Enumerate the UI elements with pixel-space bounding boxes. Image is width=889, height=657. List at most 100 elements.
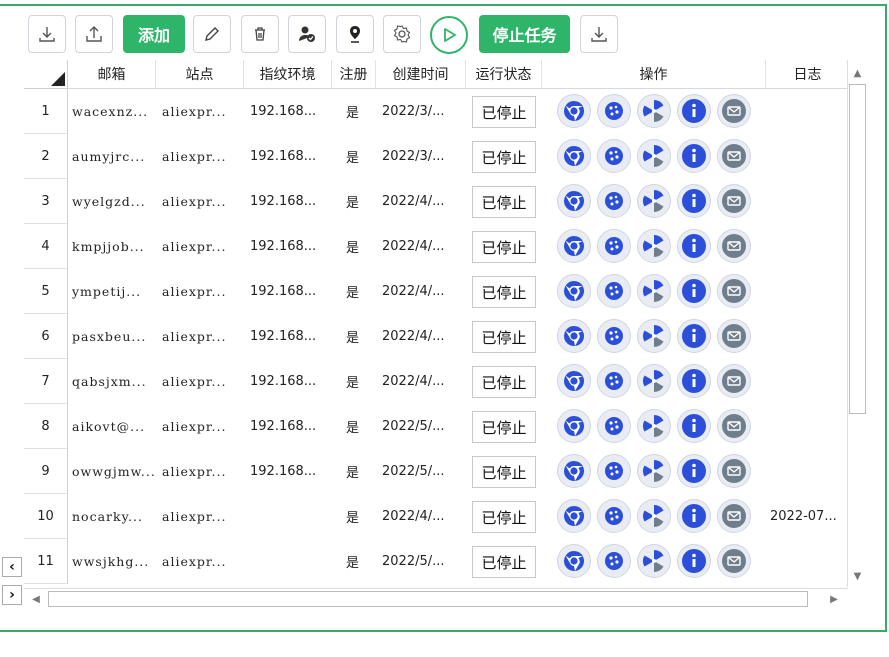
header-registered[interactable]: 注册 xyxy=(332,60,376,89)
fan-action-button[interactable] xyxy=(637,94,671,128)
info-action-button[interactable] xyxy=(677,409,711,443)
chrome-action-button[interactable] xyxy=(557,94,591,128)
fan-action-button[interactable] xyxy=(637,319,671,353)
header-run-status[interactable]: 运行状态 xyxy=(466,60,542,89)
cookie-action-button[interactable] xyxy=(597,454,631,488)
vertical-scrollbar[interactable]: ▲ ▼ xyxy=(847,60,866,587)
fan-action-button[interactable] xyxy=(637,229,671,263)
status-button[interactable]: 已停止 xyxy=(472,96,536,128)
fan-action-button[interactable] xyxy=(637,184,671,218)
chrome-action-button[interactable] xyxy=(557,319,591,353)
scroll-down-icon[interactable]: ▼ xyxy=(848,565,867,587)
chrome-action-button[interactable] xyxy=(557,544,591,578)
status-button[interactable]: 已停止 xyxy=(472,276,536,308)
mail-action-button[interactable] xyxy=(717,319,751,353)
fan-action-button[interactable] xyxy=(637,274,671,308)
fan-action-button[interactable] xyxy=(637,364,671,398)
mail-action-button[interactable] xyxy=(717,499,751,533)
header-email[interactable]: 邮箱 xyxy=(68,60,156,89)
row-number[interactable]: 6 xyxy=(24,314,68,359)
mail-action-button[interactable] xyxy=(717,184,751,218)
info-action-button[interactable] xyxy=(677,499,711,533)
status-button[interactable]: 已停止 xyxy=(472,321,536,353)
row-number[interactable]: 5 xyxy=(24,269,68,314)
mail-action-button[interactable] xyxy=(717,544,751,578)
vertical-scroll-thumb[interactable] xyxy=(849,84,866,414)
status-button[interactable]: 已停止 xyxy=(472,186,536,218)
chrome-action-button[interactable] xyxy=(557,499,591,533)
cookie-action-button[interactable] xyxy=(597,319,631,353)
info-action-button[interactable] xyxy=(677,544,711,578)
row-number[interactable]: 7 xyxy=(24,359,68,404)
chrome-action-button[interactable] xyxy=(557,229,591,263)
cookie-action-button[interactable] xyxy=(597,229,631,263)
expand-right-button[interactable]: › xyxy=(2,585,22,605)
info-action-button[interactable] xyxy=(677,364,711,398)
cookie-action-button[interactable] xyxy=(597,499,631,533)
header-created-time[interactable]: 创建时间 xyxy=(376,60,466,89)
row-number[interactable]: 3 xyxy=(24,179,68,224)
export-button[interactable] xyxy=(75,15,113,53)
row-number[interactable]: 11 xyxy=(24,539,68,584)
header-log[interactable]: 日志 xyxy=(766,60,850,89)
row-number[interactable]: 1 xyxy=(24,89,68,134)
scroll-left-icon[interactable]: ◀ xyxy=(26,590,46,608)
fan-action-button[interactable] xyxy=(637,499,671,533)
chrome-action-button[interactable] xyxy=(557,184,591,218)
mail-action-button[interactable] xyxy=(717,139,751,173)
collapse-left-button[interactable]: ‹ xyxy=(2,557,22,577)
chrome-action-button[interactable] xyxy=(557,274,591,308)
cookie-action-button[interactable] xyxy=(597,94,631,128)
header-actions[interactable]: 操作 xyxy=(542,60,766,89)
mail-action-button[interactable] xyxy=(717,454,751,488)
import-button[interactable] xyxy=(28,15,66,53)
select-all-corner[interactable] xyxy=(24,60,68,89)
stop-task-button[interactable]: 停止任务 xyxy=(479,15,570,53)
fan-action-button[interactable] xyxy=(637,454,671,488)
row-number[interactable]: 4 xyxy=(24,224,68,269)
status-button[interactable]: 已停止 xyxy=(472,231,536,263)
mail-action-button[interactable] xyxy=(717,364,751,398)
cookie-action-button[interactable] xyxy=(597,274,631,308)
cookie-action-button[interactable] xyxy=(597,364,631,398)
delete-button[interactable] xyxy=(241,15,279,53)
mail-action-button[interactable] xyxy=(717,229,751,263)
mail-action-button[interactable] xyxy=(717,409,751,443)
header-site[interactable]: 站点 xyxy=(156,60,244,89)
edit-button[interactable] xyxy=(193,15,231,53)
info-action-button[interactable] xyxy=(677,454,711,488)
fan-action-button[interactable] xyxy=(637,544,671,578)
horizontal-scroll-thumb[interactable] xyxy=(48,591,808,607)
settings-button[interactable] xyxy=(383,15,421,53)
status-button[interactable]: 已停止 xyxy=(472,411,536,443)
info-action-button[interactable] xyxy=(677,94,711,128)
mail-action-button[interactable] xyxy=(717,274,751,308)
fan-action-button[interactable] xyxy=(637,409,671,443)
user-check-button[interactable] xyxy=(288,15,326,53)
info-action-button[interactable] xyxy=(677,274,711,308)
status-button[interactable]: 已停止 xyxy=(472,141,536,173)
status-button[interactable]: 已停止 xyxy=(472,546,536,578)
info-action-button[interactable] xyxy=(677,229,711,263)
info-action-button[interactable] xyxy=(677,319,711,353)
download-button[interactable] xyxy=(580,15,618,53)
row-number[interactable]: 10 xyxy=(24,494,68,539)
chrome-action-button[interactable] xyxy=(557,409,591,443)
chrome-action-button[interactable] xyxy=(557,139,591,173)
chrome-action-button[interactable] xyxy=(557,364,591,398)
row-number[interactable]: 2 xyxy=(24,134,68,179)
fan-action-button[interactable] xyxy=(637,139,671,173)
start-button[interactable] xyxy=(430,16,468,54)
chrome-action-button[interactable] xyxy=(557,454,591,488)
cookie-action-button[interactable] xyxy=(597,544,631,578)
cookie-action-button[interactable] xyxy=(597,409,631,443)
info-action-button[interactable] xyxy=(677,184,711,218)
status-button[interactable]: 已停止 xyxy=(472,366,536,398)
horizontal-scrollbar[interactable]: ◀ ▶ xyxy=(24,588,848,608)
cookie-action-button[interactable] xyxy=(597,139,631,173)
status-button[interactable]: 已停止 xyxy=(472,456,536,488)
header-env[interactable]: 指纹环境 xyxy=(244,60,332,89)
cookie-action-button[interactable] xyxy=(597,184,631,218)
row-number[interactable]: 9 xyxy=(24,449,68,494)
row-number[interactable]: 8 xyxy=(24,404,68,449)
